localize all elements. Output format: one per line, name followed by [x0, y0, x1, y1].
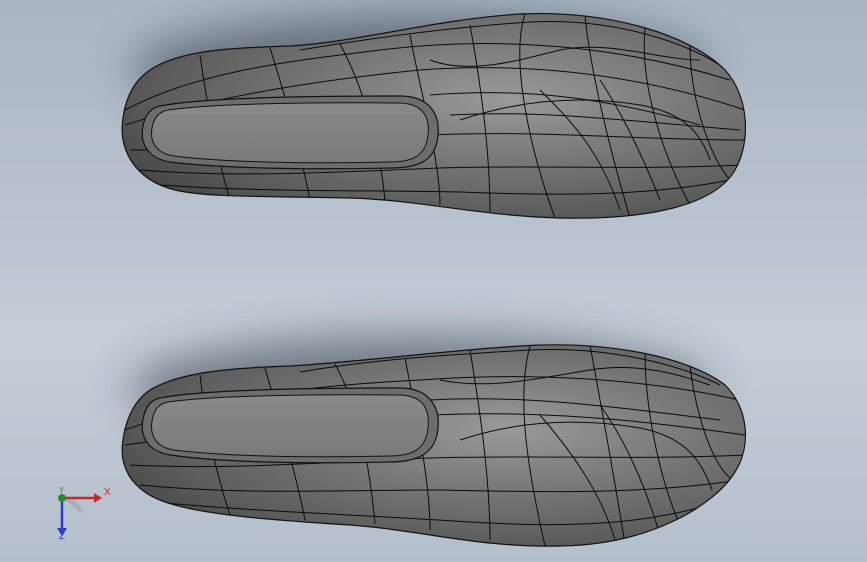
x-axis-arrow	[94, 493, 102, 503]
model-scene[interactable]	[0, 0, 867, 562]
graphics-viewport[interactable]: X Y Z	[0, 0, 867, 562]
lower-shoe-opening[interactable]	[151, 394, 429, 458]
x-axis-label: X	[104, 487, 111, 498]
upper-shoe-opening[interactable]	[151, 102, 429, 164]
lower-shoe[interactable]	[121, 344, 746, 547]
z-axis-label: Z	[59, 531, 66, 542]
y-axis-label: Y	[59, 486, 65, 495]
